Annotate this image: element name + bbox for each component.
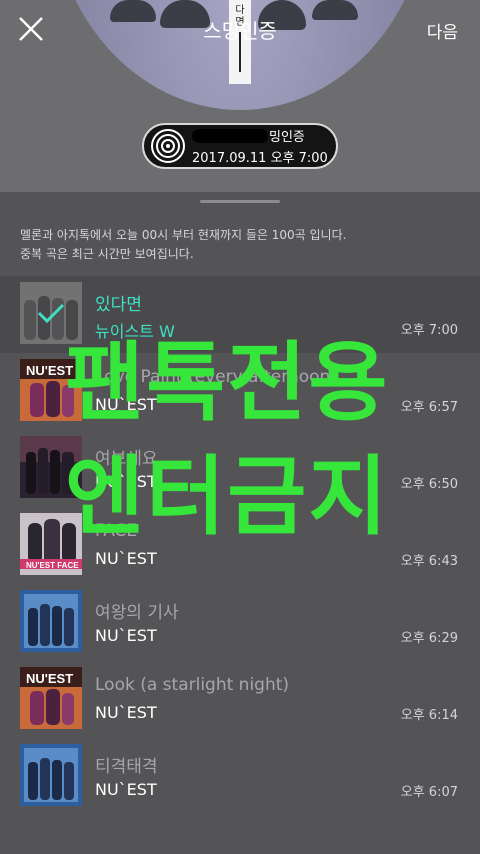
song-row[interactable]: 티격태격 NU`EST 오후 6:07 [0, 738, 480, 815]
svg-text:NU'EST FACE: NU'EST FACE [26, 561, 79, 570]
song-artist: NU`EST [95, 549, 157, 568]
song-title: 티격태격 [95, 757, 158, 777]
album-art [20, 590, 82, 652]
song-time: 오후 6:43 [400, 554, 458, 569]
song-title: Look (a starlight night) [95, 675, 290, 695]
page-title: 스밍인증 [203, 19, 277, 43]
song-artist: NU`EST [95, 780, 157, 799]
song-row[interactable]: NU'EST Look (a starlight night) NU`EST 오… [0, 661, 480, 738]
song-time: 오후 6:50 [400, 477, 458, 492]
song-time: 오후 6:14 [400, 708, 458, 723]
album-art [20, 744, 82, 806]
song-time: 오후 6:07 [400, 785, 458, 800]
next-button[interactable]: 다음 [427, 18, 458, 43]
vinyl-disc-icon [151, 129, 185, 163]
song-title: 여왕의 기사 [95, 603, 179, 623]
info-text: 멜론과 아지톡에서 오늘 00시 부터 현재까지 들은 100곡 입니다. 중복… [20, 226, 346, 264]
svg-text:NU'EST: NU'EST [26, 671, 73, 686]
info-line: 멜론과 아지톡에서 오늘 00시 부터 현재까지 들은 100곡 입니다. [20, 228, 347, 242]
song-artist: NU`EST [95, 703, 157, 722]
song-row[interactable]: 여왕의 기사 NU`EST 오후 6:29 [0, 584, 480, 661]
badge-title: 밍인증 [269, 130, 305, 145]
song-time: 오후 6:29 [400, 631, 458, 646]
cover-area: 다 면 스밍인증 다음 밍인증 2017.09.11 오후 7:00 [0, 0, 480, 192]
checkmark-icon [37, 303, 65, 324]
watermark-text: 엔터금지 [65, 447, 390, 547]
album-art: NU'EST [20, 667, 82, 729]
info-line: 중복 곡은 최근 시간만 보여집니다. [20, 247, 194, 261]
song-artist: NU`EST [95, 626, 157, 645]
streaming-badge: 밍인증 2017.09.11 오후 7:00 [142, 123, 338, 169]
song-time: 오후 7:00 [400, 323, 458, 338]
sheet-handle[interactable] [200, 200, 280, 203]
badge-datetime: 2017.09.11 오후 7:00 [192, 150, 328, 166]
song-time: 오후 6:57 [400, 400, 458, 415]
redacted-block [192, 128, 268, 143]
watermark-text: 팬톡전용 [65, 333, 390, 433]
